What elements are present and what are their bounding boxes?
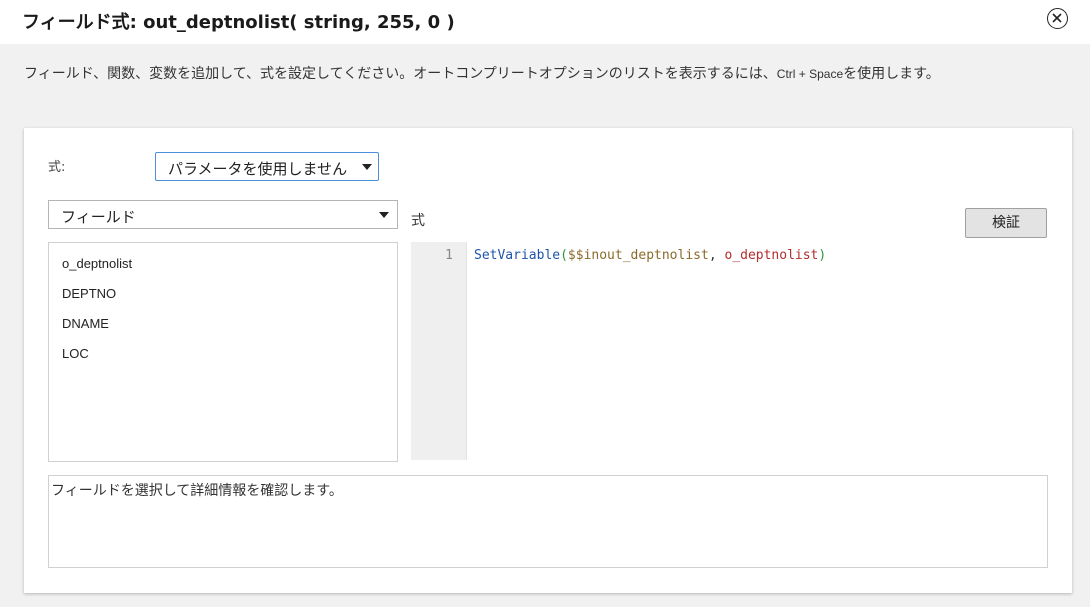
expression-panel: 式: パラメータを使用しません フィールド o_deptnolist DEPTN… (24, 128, 1072, 593)
dialog-title: フィールド式: out_deptnolist( string, 255, 0 ) (22, 12, 455, 33)
code-paren-token: ) (818, 248, 827, 263)
caret-down-icon (379, 212, 389, 218)
close-button[interactable] (1047, 8, 1068, 29)
field-filter-select[interactable]: フィールド (48, 200, 398, 229)
description-end-text: を使用します。 (843, 66, 940, 82)
expression-label: 式: (48, 160, 66, 175)
line-number: 1 (445, 248, 453, 263)
code-field-token: o_deptnolist (724, 248, 819, 263)
field-list-item[interactable]: DEPTNO (49, 279, 397, 309)
validate-button[interactable]: 検証 (965, 208, 1047, 238)
field-list: o_deptnolist DEPTNO DNAME LOC (48, 242, 398, 462)
expression-editor-caption: 式 (411, 213, 425, 229)
caret-down-icon (362, 164, 372, 170)
code-variable-token: $$inout_deptnolist (567, 248, 709, 263)
editor-gutter: 1 (411, 242, 467, 460)
close-circle-icon (1052, 13, 1062, 23)
expression-editor[interactable]: 1 SetVariable($$inout_deptnolist, o_dept… (411, 242, 1047, 460)
code-paren-token: ( (560, 248, 568, 263)
field-list-item[interactable]: LOC (49, 339, 397, 369)
dialog-header: フィールド式: out_deptnolist( string, 255, 0 ) (0, 0, 1090, 44)
dialog-description: フィールド、関数、変数を追加して、式を設定してください。オートコンプリートオプシ… (24, 61, 1064, 87)
field-expression-dialog: フィールド式: out_deptnolist( string, 255, 0 )… (0, 0, 1090, 607)
parameter-select-value: パラメータを使用しません (168, 160, 348, 178)
code-separator-token: , (708, 248, 725, 263)
shortcut-text: Ctrl + Space (776, 67, 844, 81)
description-text: フィールド、関数、変数を追加して、式を設定してください。オートコンプリートオプシ… (24, 66, 777, 82)
field-list-item[interactable]: DNAME (49, 309, 397, 339)
field-list-item[interactable]: o_deptnolist (49, 249, 397, 279)
field-filter-value: フィールド (61, 208, 136, 226)
code-function-token: SetVariable (474, 248, 561, 263)
code-line[interactable]: SetVariable($$inout_deptnolist, o_deptno… (474, 248, 826, 263)
field-detail-box: フィールドを選択して詳細情報を確認します。 (48, 475, 1048, 568)
parameter-select[interactable]: パラメータを使用しません (155, 152, 379, 181)
